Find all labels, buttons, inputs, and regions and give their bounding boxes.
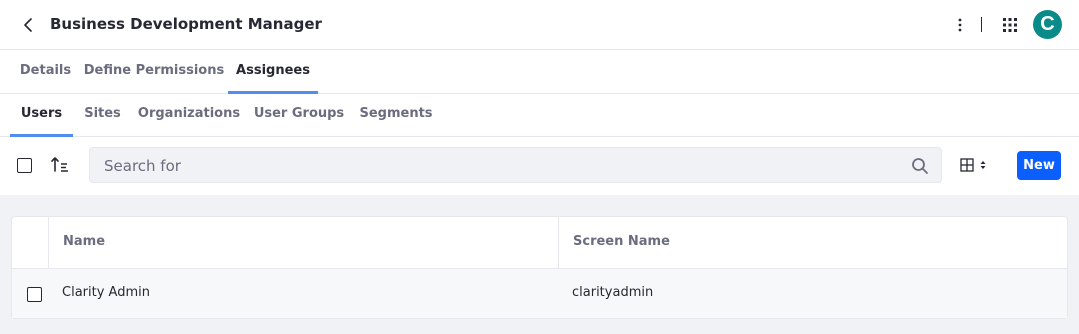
column-divider <box>558 217 559 269</box>
primary-tab-bar: Details Define Permissions Assignees <box>0 50 1079 94</box>
more-vertical-icon[interactable] <box>950 14 970 36</box>
tab-segments[interactable]: Segments <box>352 94 440 137</box>
apps-grid-icon[interactable] <box>999 14 1021 36</box>
tab-users[interactable]: Users <box>10 94 73 137</box>
view-type-dropdown[interactable] <box>960 155 996 175</box>
tab-define-permissions[interactable]: Define Permissions <box>82 50 226 94</box>
new-button[interactable]: New <box>1017 151 1061 180</box>
caret-double-icon <box>980 161 986 169</box>
search-input[interactable]: Search for <box>104 157 181 175</box>
management-toolbar: Search for New <box>0 137 1079 195</box>
sort-icon[interactable] <box>50 155 70 175</box>
page-title: Business Development Manager <box>50 15 322 33</box>
secondary-tab-bar: Users Sites Organizations User Groups Se… <box>0 94 1079 137</box>
tab-assignees[interactable]: Assignees <box>228 50 318 94</box>
column-header-name[interactable]: Name <box>63 234 105 249</box>
column-divider <box>48 217 49 269</box>
column-header-screen-name[interactable]: Screen Name <box>573 234 670 249</box>
tab-user-groups[interactable]: User Groups <box>248 94 350 137</box>
table-row[interactable]: Clarity Admin clarityadmin <box>12 269 1067 318</box>
row-checkbox[interactable] <box>27 287 42 302</box>
select-all-checkbox[interactable] <box>17 158 32 173</box>
assignees-table: Name Screen Name Clarity Admin clarityad… <box>11 216 1068 319</box>
app-header: Business Development Manager C <box>0 0 1079 50</box>
cell-name: Clarity Admin <box>62 285 150 300</box>
cell-screen-name: clarityadmin <box>572 285 654 300</box>
user-avatar[interactable]: C <box>1033 10 1062 39</box>
search-icon[interactable] <box>911 157 929 175</box>
search-box[interactable]: Search for <box>89 147 942 183</box>
table-header: Name Screen Name <box>12 217 1067 269</box>
table-view-icon <box>960 158 974 172</box>
chevron-left-icon[interactable] <box>18 14 38 36</box>
tab-sites[interactable]: Sites <box>75 94 130 137</box>
header-divider <box>981 17 982 32</box>
tab-organizations[interactable]: Organizations <box>132 94 246 137</box>
tab-details[interactable]: Details <box>11 50 80 94</box>
